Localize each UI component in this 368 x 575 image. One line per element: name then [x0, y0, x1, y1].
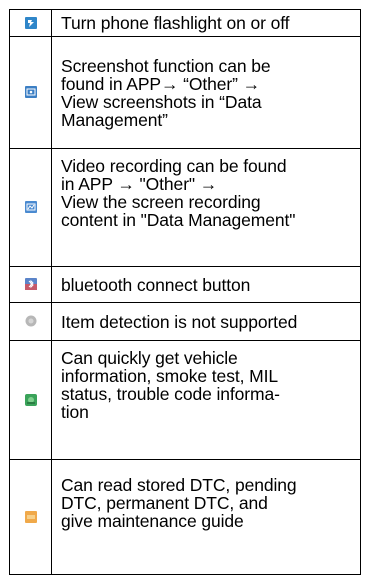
table-row: Item detection is not supported — [9, 302, 361, 341]
table-row: Video recording can be found in APP → "O… — [9, 148, 361, 267]
item-detection-icon — [25, 315, 37, 327]
row-description: Screenshot function can be found in APP→… — [51, 36, 361, 149]
table-row: bluetooth connect button — [9, 266, 361, 303]
table-row: Screenshot function can be found in APP→… — [9, 36, 361, 149]
table-row: Can read stored DTC, pending DTC, perman… — [9, 459, 361, 575]
read-dtc-icon — [24, 510, 37, 523]
row-description: bluetooth connect button — [51, 266, 361, 303]
feature-table: Turn phone flashlight on or off Screensh… — [9, 9, 361, 575]
row-description: Can read stored DTC, pending DTC, perman… — [51, 459, 361, 575]
bluetooth-icon — [24, 278, 37, 291]
screenshot-icon — [24, 86, 37, 99]
row-description: Item detection is not supported — [51, 302, 361, 341]
row-description: Can quickly get vehicle information, smo… — [51, 340, 361, 460]
vehicle-info-icon — [24, 393, 37, 406]
flashlight-icon — [24, 16, 37, 29]
row-description: Turn phone flashlight on or off — [51, 9, 361, 37]
table-row: Can quickly get vehicle information, smo… — [9, 340, 361, 460]
screen-recording-icon — [24, 201, 37, 214]
row-description: Video recording can be found in APP → "O… — [51, 148, 361, 267]
table-row: Turn phone flashlight on or off — [9, 9, 361, 37]
